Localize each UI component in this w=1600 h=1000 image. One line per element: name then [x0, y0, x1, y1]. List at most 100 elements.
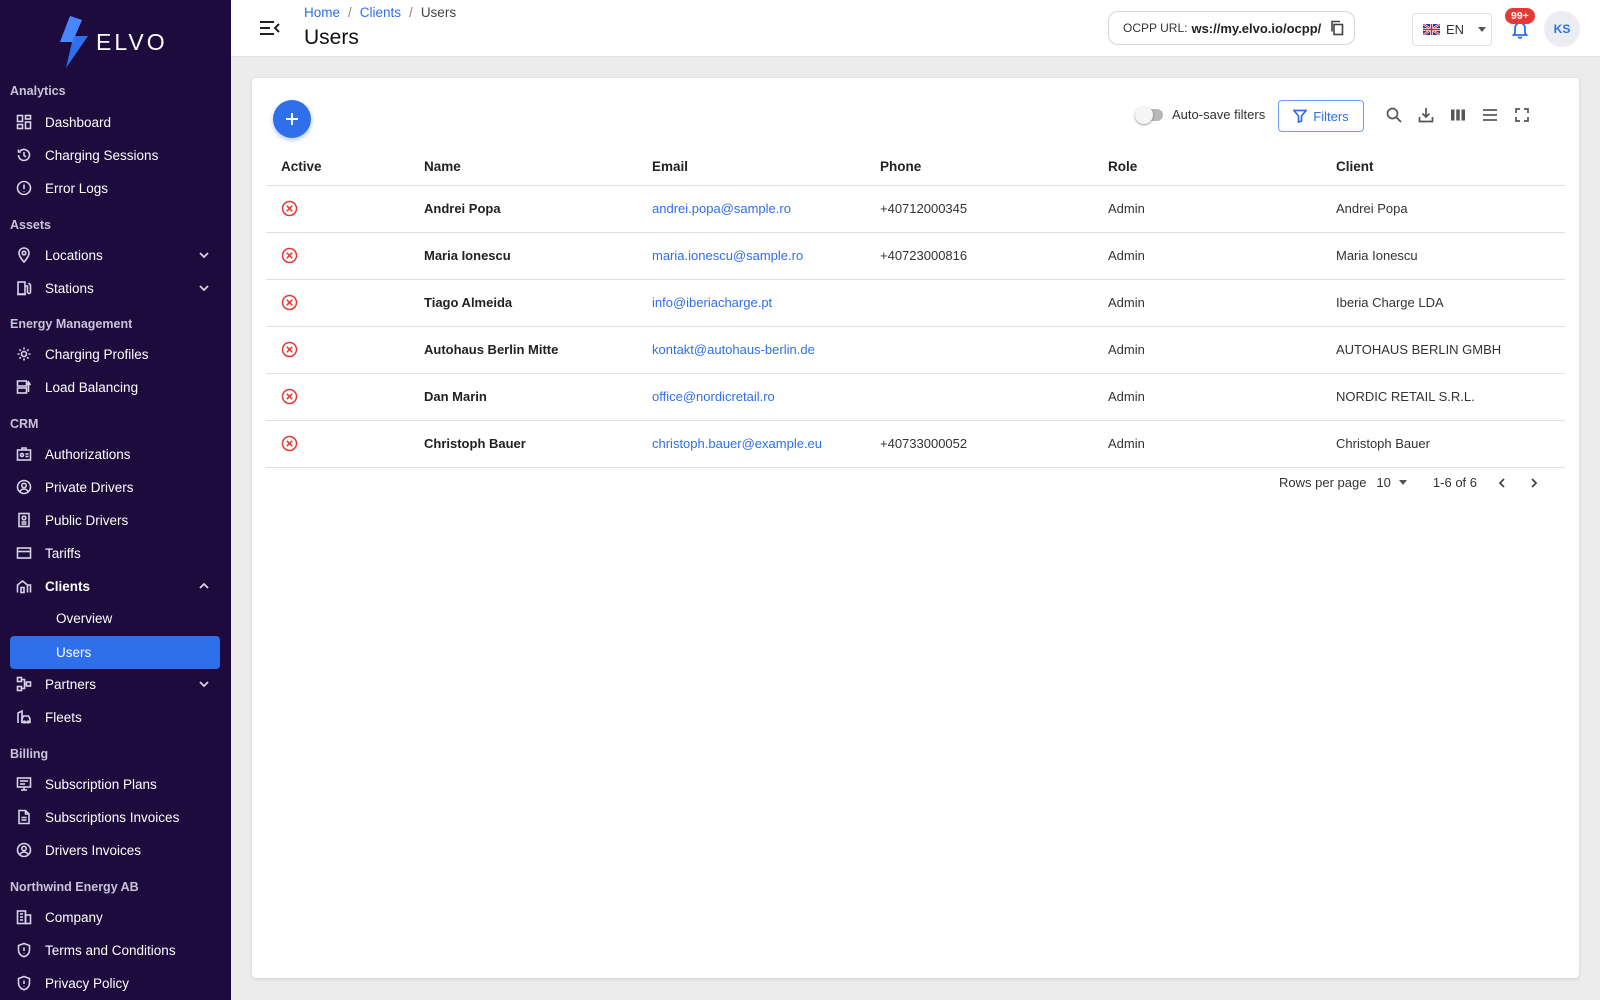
- copy-icon[interactable]: [1329, 20, 1345, 36]
- sidebar-item-locations[interactable]: Locations: [10, 239, 220, 271]
- sidebar-item-clients[interactable]: Clients: [10, 570, 220, 602]
- breadcrumb-clients[interactable]: Clients: [360, 5, 401, 20]
- gear-icon: [16, 346, 32, 362]
- alert-circle-icon: [16, 180, 32, 196]
- filters-button[interactable]: Filters: [1278, 100, 1364, 132]
- cell-email[interactable]: andrei.popa@sample.ro: [652, 185, 880, 233]
- previous-page-icon[interactable]: [1495, 476, 1509, 490]
- column-header-name[interactable]: Name: [424, 148, 652, 186]
- add-user-button[interactable]: [273, 100, 311, 138]
- caret-down-icon: [1478, 27, 1487, 32]
- fullscreen-icon[interactable]: [1513, 106, 1531, 124]
- sidebar-item-stations[interactable]: Stations: [10, 272, 220, 304]
- sidebar-item-label: Drivers Invoices: [45, 842, 142, 858]
- table-header-row: Active Name Email Phone Role Client: [266, 148, 1565, 186]
- breadcrumb-home[interactable]: Home: [304, 5, 340, 20]
- sidebar-item-terms[interactable]: Terms and Conditions: [10, 934, 220, 966]
- sidebar-item-label: Clients: [45, 578, 91, 594]
- section-crm: CRM: [10, 417, 39, 431]
- table-row[interactable]: Andrei Popa andrei.popa@sample.ro +40712…: [266, 185, 1565, 233]
- sidebar-item-load-balancing[interactable]: Load Balancing: [10, 371, 220, 403]
- sidebar-item-clients-overview[interactable]: Overview: [10, 602, 220, 635]
- network-icon: [16, 676, 32, 692]
- sidebar-item-label: Authorizations: [45, 446, 131, 462]
- table-row[interactable]: Dan Marin office@nordicretail.ro Admin N…: [266, 373, 1565, 421]
- columns-icon[interactable]: [1449, 106, 1467, 124]
- cell-name: Maria Ionescu: [424, 232, 652, 280]
- column-header-active[interactable]: Active: [266, 148, 424, 186]
- cell-name: Tiago Almeida: [424, 279, 652, 327]
- column-header-role[interactable]: Role: [1108, 148, 1336, 186]
- sidebar-item-authorizations[interactable]: Authorizations: [10, 438, 220, 470]
- sidebar-item-charging-profiles[interactable]: Charging Profiles: [10, 338, 220, 370]
- caret-down-icon: [1398, 480, 1407, 485]
- inactive-status-icon: [281, 247, 298, 264]
- cell-name: Christoph Bauer: [424, 420, 652, 468]
- table-row[interactable]: Tiago Almeida info@iberiacharge.pt Admin…: [266, 279, 1565, 327]
- cell-email[interactable]: office@nordicretail.ro: [652, 373, 880, 421]
- cell-role: Admin: [1108, 232, 1336, 280]
- notification-badge: 99+: [1505, 8, 1535, 24]
- sidebar-item-public-drivers[interactable]: Public Drivers: [10, 504, 220, 536]
- logo-text: ELVO: [96, 28, 168, 55]
- cell-email[interactable]: info@iberiacharge.pt: [652, 279, 880, 327]
- cell-name: Andrei Popa: [424, 185, 652, 233]
- table-row[interactable]: Maria Ionescu maria.ionescu@sample.ro +4…: [266, 232, 1565, 280]
- sidebar-item-tariffs[interactable]: Tariffs: [10, 537, 220, 569]
- sidebar-item-fleets[interactable]: Fleets: [10, 701, 220, 733]
- column-header-client[interactable]: Client: [1336, 148, 1565, 186]
- sidebar-item-subscriptions-invoices[interactable]: Subscriptions Invoices: [10, 801, 220, 833]
- table-row[interactable]: Christoph Bauer christoph.bauer@example.…: [266, 420, 1565, 468]
- sidebar-item-company[interactable]: Company: [10, 901, 220, 933]
- users-table-card: Auto-save filters Filters Active Name Em…: [252, 78, 1579, 978]
- cell-email[interactable]: kontakt@autohaus-berlin.de: [652, 326, 880, 374]
- table-row[interactable]: Autohaus Berlin Mitte kontakt@autohaus-b…: [266, 326, 1565, 374]
- toggle-switch[interactable]: [1135, 105, 1163, 124]
- autosave-filters-toggle[interactable]: Auto-save filters: [1135, 105, 1265, 124]
- shield-icon: [16, 942, 32, 958]
- next-page-icon[interactable]: [1527, 476, 1541, 490]
- sidebar-item-label: Public Drivers: [45, 512, 129, 528]
- sidebar-item-subscription-plans[interactable]: Subscription Plans: [10, 768, 220, 800]
- sidebar-item-label: Terms and Conditions: [45, 942, 176, 958]
- column-header-phone[interactable]: Phone: [880, 148, 1108, 186]
- cell-phone: [880, 326, 1108, 374]
- avatar[interactable]: KS: [1544, 11, 1580, 47]
- cell-phone: [880, 373, 1108, 421]
- breadcrumb-current: Users: [420, 5, 457, 20]
- user-circle-icon: [16, 842, 32, 858]
- inactive-status-icon: [281, 200, 298, 217]
- sidebar-item-partners[interactable]: Partners: [10, 668, 220, 700]
- sidebar-item-error-logs[interactable]: Error Logs: [10, 172, 220, 204]
- inactive-status-icon: [281, 435, 298, 452]
- rows-per-page-select[interactable]: 10: [1376, 475, 1407, 490]
- column-header-email[interactable]: Email: [652, 148, 880, 186]
- sidebar-item-label: Tariffs: [45, 545, 81, 561]
- cell-phone: +40712000345: [880, 185, 1108, 233]
- density-icon[interactable]: [1481, 106, 1499, 124]
- language-label: EN: [1446, 22, 1465, 37]
- pagination-range: 1-6 of 6: [1432, 475, 1478, 490]
- sidebar-item-label: Load Balancing: [45, 379, 139, 395]
- cell-email[interactable]: maria.ionescu@sample.ro: [652, 232, 880, 280]
- search-icon[interactable]: [1385, 106, 1403, 124]
- language-select[interactable]: EN: [1412, 13, 1492, 46]
- elvo-logo[interactable]: ELVO: [56, 16, 168, 68]
- sidebar-item-private-drivers[interactable]: Private Drivers: [10, 471, 220, 503]
- download-icon[interactable]: [1417, 106, 1435, 124]
- rows-per-page-label: Rows per page: [1279, 475, 1367, 490]
- menu-collapse-icon[interactable]: [259, 18, 281, 38]
- section-billing: Billing: [10, 747, 49, 761]
- sidebar-item-label: Locations: [45, 247, 103, 263]
- sidebar-item-clients-users[interactable]: Users: [10, 636, 220, 669]
- building-icon: [16, 909, 32, 925]
- cell-role: Admin: [1108, 279, 1336, 327]
- cell-client: NORDIC RETAIL S.R.L.: [1336, 373, 1565, 421]
- sidebar-item-privacy[interactable]: Privacy Policy: [10, 967, 220, 999]
- cell-email[interactable]: christoph.bauer@example.eu: [652, 420, 880, 468]
- sidebar-item-charging-sessions[interactable]: Charging Sessions: [10, 139, 220, 171]
- sidebar-item-dashboard[interactable]: Dashboard: [10, 106, 220, 138]
- sidebar-item-drivers-invoices[interactable]: Drivers Invoices: [10, 834, 220, 866]
- sidebar-item-label: Partners: [45, 676, 97, 692]
- uk-flag-icon: [1423, 24, 1440, 35]
